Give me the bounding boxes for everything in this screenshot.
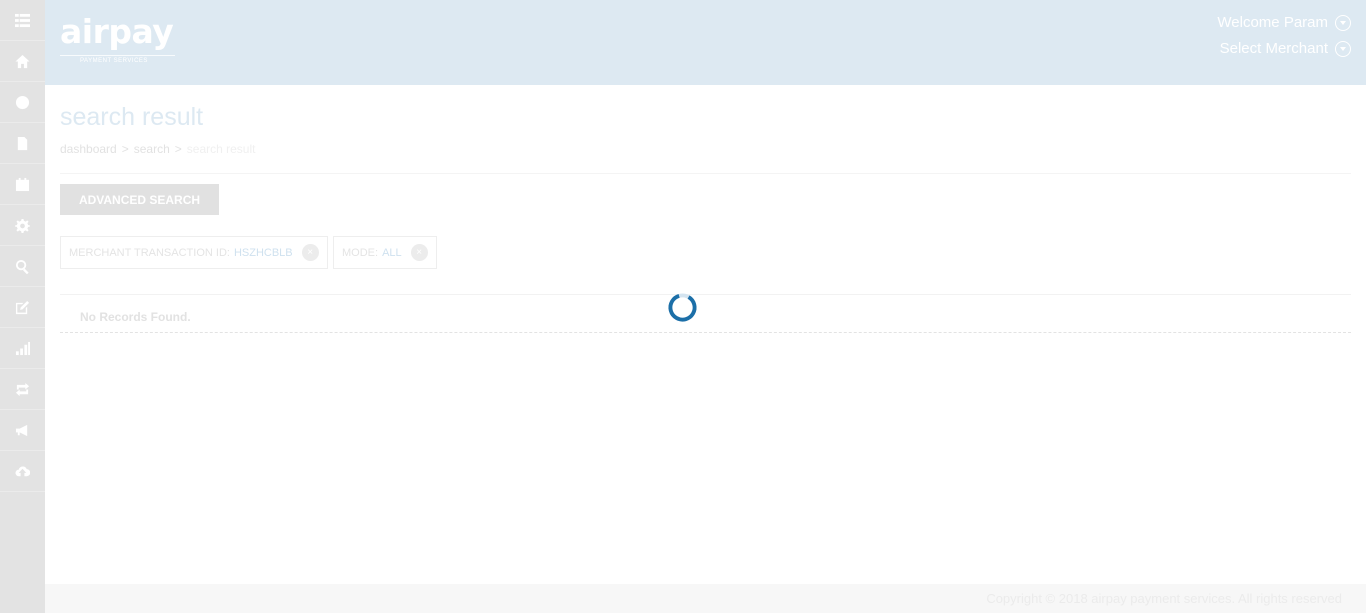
page-title: search result xyxy=(60,103,204,131)
filter-value: ALL xyxy=(382,246,402,259)
filter-chip-mode: MODE: ALL × xyxy=(333,236,437,269)
breadcrumb-dashboard[interactable]: dashboard xyxy=(60,142,117,156)
edit-icon xyxy=(15,300,30,314)
zoom-search-icon xyxy=(15,259,29,274)
calendar-icon xyxy=(15,177,30,191)
megaphone-icon xyxy=(15,424,28,436)
logo-divider xyxy=(60,55,175,56)
logo-tagline: PAYMENT SERVICES xyxy=(80,58,148,64)
airpay-logo[interactable]: airpay PAYMENT SERVICES xyxy=(60,12,180,72)
sidebar-item-transactions[interactable] xyxy=(0,369,45,410)
loading-spinner-icon xyxy=(668,293,697,322)
welcome-text: Welcome Param xyxy=(1217,14,1328,31)
welcome-user-menu[interactable]: Welcome Param xyxy=(1217,14,1351,31)
sidebar-item-menu[interactable] xyxy=(0,0,45,41)
breadcrumb-separator: > xyxy=(174,142,182,156)
no-records-message: No Records Found. xyxy=(80,310,191,324)
cloud-upload-icon xyxy=(15,466,30,476)
sidebar-item-upload[interactable] xyxy=(0,451,45,492)
sidebar-item-settings[interactable] xyxy=(0,205,45,246)
footer: Copyright © 2018 airpay payment services… xyxy=(45,584,1366,613)
remove-filter-icon[interactable]: × xyxy=(410,244,428,261)
sidebar-item-calendar[interactable] xyxy=(0,164,45,205)
home-icon xyxy=(15,54,30,68)
logo-wordmark: airpay xyxy=(60,12,174,51)
results-bottom-divider xyxy=(60,332,1351,333)
sidebar xyxy=(0,0,45,613)
breadcrumb: dashboard > search > search result xyxy=(60,142,255,156)
refresh-icon xyxy=(15,382,30,396)
copyright-text: Copyright © 2018 airpay payment services… xyxy=(986,591,1342,606)
globe-icon xyxy=(15,95,30,109)
sidebar-item-edit[interactable] xyxy=(0,287,45,328)
sidebar-item-reports[interactable] xyxy=(0,328,45,369)
select-merchant-text: Select Merchant xyxy=(1219,40,1328,57)
gear-icon xyxy=(15,218,30,233)
remove-filter-icon[interactable]: × xyxy=(301,244,319,261)
chevron-down-icon xyxy=(1335,40,1351,57)
sidebar-item-announcements[interactable] xyxy=(0,410,45,451)
menu-icon xyxy=(15,13,30,27)
filter-label: MERCHANT TRANSACTION ID: xyxy=(69,246,230,259)
breadcrumb-current: search result xyxy=(186,142,256,156)
sidebar-item-document[interactable] xyxy=(0,123,45,164)
filter-label: MODE: xyxy=(342,246,379,259)
bar-chart-icon xyxy=(15,341,30,355)
breadcrumb-separator: > xyxy=(121,142,129,156)
sidebar-item-search[interactable] xyxy=(0,246,45,287)
divider xyxy=(60,173,1351,174)
sidebar-item-home[interactable] xyxy=(0,41,45,82)
results-top-divider xyxy=(60,294,1351,295)
filter-chip-transaction-id: MERCHANT TRANSACTION ID: HSZHCBLB × xyxy=(60,236,328,269)
advanced-search-button[interactable]: ADVANCED SEARCH xyxy=(60,184,219,215)
sidebar-item-globe[interactable] xyxy=(0,82,45,123)
chevron-down-icon xyxy=(1335,14,1351,31)
document-icon xyxy=(17,136,28,150)
breadcrumb-search[interactable]: search xyxy=(134,142,170,156)
top-header: airpay PAYMENT SERVICES Welcome Param Se… xyxy=(45,0,1366,85)
filter-value: HSZHCBLB xyxy=(233,246,293,259)
select-merchant-menu[interactable]: Select Merchant xyxy=(1220,40,1351,57)
